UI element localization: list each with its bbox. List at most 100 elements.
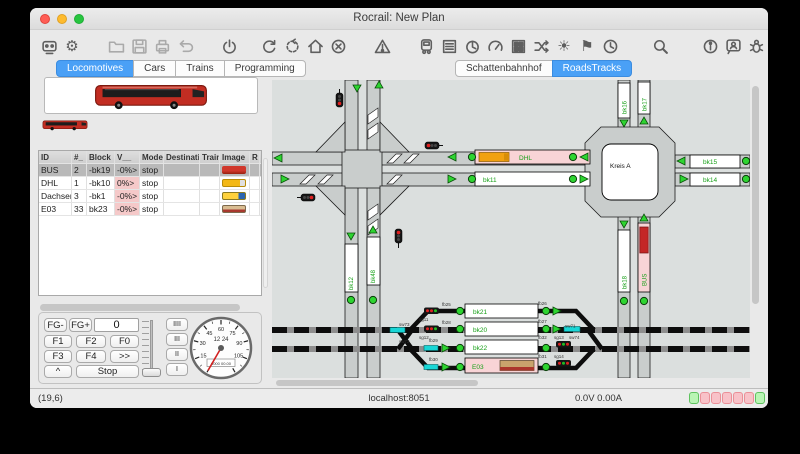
traffic-light-west[interactable] <box>297 194 315 201</box>
table-cell[interactable] <box>200 164 220 176</box>
signal-sg12[interactable] <box>424 326 439 333</box>
reset-icon[interactable] <box>283 37 301 55</box>
light-sun-icon[interactable]: ☀ <box>555 37 573 55</box>
table-cell[interactable] <box>164 177 200 189</box>
table-cell[interactable] <box>200 203 220 215</box>
table-cell[interactable] <box>250 190 260 202</box>
f4-button[interactable]: F4 <box>76 350 106 363</box>
small-red-bus-image[interactable] <box>42 118 88 132</box>
power-icon[interactable] <box>220 37 238 55</box>
direction-up-button[interactable]: ^ <box>44 365 72 378</box>
stop-button[interactable]: Stop <box>76 365 139 378</box>
f0-button[interactable]: F0 <box>110 335 139 348</box>
print-icon[interactable] <box>153 37 171 55</box>
table-cell[interactable]: -bk19 <box>87 164 115 176</box>
table-cell[interactable]: 2 <box>72 164 87 176</box>
function-value-field[interactable]: 0 <box>94 318 139 332</box>
table-cell[interactable] <box>220 164 250 176</box>
tab-programming[interactable]: Programming <box>224 60 306 77</box>
table-row[interactable]: BUS2-bk19-0%>stop <box>39 164 261 177</box>
table-cell[interactable] <box>200 190 220 202</box>
left-panel-hscrollbar[interactable] <box>40 304 240 311</box>
more-functions-button[interactable]: >> <box>110 350 139 363</box>
tab-schattenbahnhof[interactable]: Schattenbahnhof <box>455 60 553 77</box>
column-header[interactable]: #_ <box>72 151 87 163</box>
table-cell[interactable]: -bk1 <box>87 190 115 202</box>
table-cell[interactable] <box>200 177 220 189</box>
routes-shuffle-icon[interactable] <box>532 37 550 55</box>
table-cell[interactable]: 0%> <box>115 177 140 189</box>
table-cell[interactable] <box>250 177 260 189</box>
table-cell[interactable]: 33 <box>72 203 87 215</box>
table-cell[interactable]: 3 <box>72 190 87 202</box>
tab-cars[interactable]: Cars <box>133 60 176 77</box>
level-1-button[interactable]: I <box>166 363 188 376</box>
traffic-light-east[interactable] <box>425 142 443 149</box>
close-circle-icon[interactable] <box>329 37 347 55</box>
info-icon[interactable] <box>701 37 719 55</box>
home-icon[interactable] <box>306 37 324 55</box>
table-row[interactable]: Dachser3-bk1-0%>stop <box>39 190 261 203</box>
table-cell[interactable] <box>250 203 260 215</box>
column-header[interactable]: R <box>250 151 260 163</box>
table-cell[interactable]: 1 <box>72 177 87 189</box>
f1-button[interactable]: F1 <box>44 335 72 348</box>
column-header[interactable]: Destination <box>164 151 200 163</box>
fg-minus-button[interactable]: FG- <box>44 318 67 332</box>
table-cell[interactable] <box>164 164 200 176</box>
warning-icon[interactable] <box>373 37 391 55</box>
table-cell[interactable]: BUS <box>39 164 72 176</box>
column-header[interactable]: ID <box>39 151 72 163</box>
level-2-button[interactable]: II <box>166 348 188 361</box>
f2-button[interactable]: F2 <box>76 335 106 348</box>
table-cell[interactable] <box>220 177 250 189</box>
blocks-grid-icon[interactable] <box>509 37 527 55</box>
table-cell[interactable] <box>220 190 250 202</box>
table-cell[interactable] <box>250 164 260 176</box>
speed-slider-track[interactable] <box>150 320 153 372</box>
open-folder-icon[interactable] <box>107 37 125 55</box>
speedometer-icon[interactable] <box>486 37 504 55</box>
table-cell[interactable]: stop <box>140 177 164 189</box>
signal-sg14[interactable] <box>556 360 571 367</box>
f3-button[interactable]: F3 <box>44 350 72 363</box>
loco-table-header[interactable]: ID#_BlockV__ModeDestinationTrainImageR <box>39 151 261 164</box>
tab-locomotives[interactable]: Locomotives <box>56 60 134 77</box>
column-header[interactable]: V__ <box>115 151 140 163</box>
table-cell[interactable]: E03 <box>39 203 72 215</box>
traffic-light-south[interactable] <box>395 229 402 248</box>
controller-icon[interactable] <box>463 37 481 55</box>
plan-vscrollbar[interactable] <box>752 86 759 304</box>
rocview-icon[interactable] <box>40 37 58 55</box>
table-cell[interactable]: -0%> <box>115 203 140 215</box>
roundabout-kreis-a[interactable]: Kreis A <box>602 144 658 200</box>
tab-roadstracks[interactable]: RoadsTracks <box>552 60 633 77</box>
table-vscrollbar[interactable] <box>263 158 268 288</box>
save-icon[interactable] <box>130 37 148 55</box>
table-cell[interactable] <box>164 203 200 215</box>
table-row[interactable]: E0333bk23-0%>stop <box>39 203 261 216</box>
settings-gears-icon[interactable]: ⚙ <box>63 37 81 55</box>
race-flag-icon[interactable]: ⚑ <box>578 37 596 55</box>
table-row[interactable]: DHL1-bk100%>stop <box>39 177 261 190</box>
column-header[interactable]: Mode <box>140 151 164 163</box>
bug-icon[interactable] <box>747 37 765 55</box>
column-header[interactable]: Train <box>200 151 220 163</box>
level-3-button[interactable]: III <box>166 333 188 346</box>
plan-hscrollbar[interactable] <box>276 380 478 386</box>
track-plan-canvas[interactable]: Kreis A <box>272 80 750 378</box>
table-cell[interactable]: -0%> <box>115 164 140 176</box>
refresh-icon[interactable] <box>260 37 278 55</box>
signal-sg11[interactable] <box>424 308 439 315</box>
table-cell[interactable]: -bk10 <box>87 177 115 189</box>
tab-trains[interactable]: Trains <box>175 60 224 77</box>
fg-plus-button[interactable]: FG+ <box>69 318 92 332</box>
user-bubble-icon[interactable] <box>724 37 742 55</box>
search-icon[interactable] <box>651 37 669 55</box>
table-cell[interactable]: bk23 <box>87 203 115 215</box>
table-cell[interactable] <box>164 190 200 202</box>
table-cell[interactable]: DHL <box>39 177 72 189</box>
signal-sg13[interactable] <box>556 341 571 348</box>
schedule-list-icon[interactable] <box>440 37 458 55</box>
table-cell[interactable]: Dachser <box>39 190 72 202</box>
